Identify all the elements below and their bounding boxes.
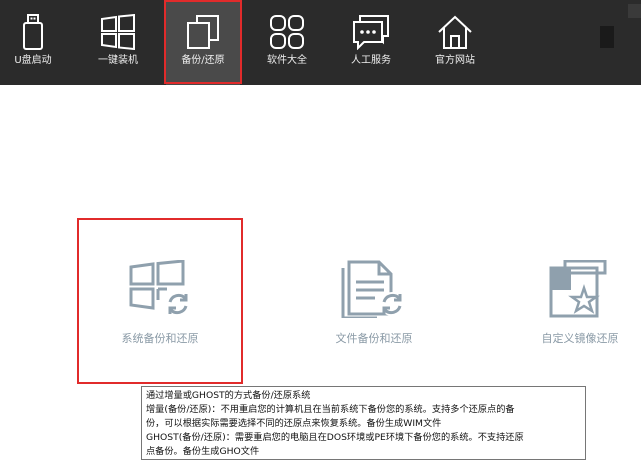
system-backup-restore-card[interactable]: 系统备份和还原 [85,220,235,380]
custom-image-star-icon [547,259,613,322]
card-label: 自定义镜像还原 [541,332,619,345]
usb-drive-icon [22,14,44,54]
card-label: 文件备份和还原 [335,332,413,345]
nav-item-label: 备份/还原 [181,55,225,66]
windows-icon [100,13,136,54]
grid-apps-icon [269,14,305,54]
tooltip-line: 增量(备份/还原)：不用重启您的计算机且在当前系统下备份您的系统。支持多个还原点… [146,404,515,415]
windows-restore-icon [127,259,193,322]
home-icon [437,14,473,54]
nav-item-label: 一键装机 [98,55,138,66]
chat-icon [352,14,390,54]
nav-item-official-site[interactable]: 官方网站 [422,0,488,85]
nav-item-one-click-install[interactable]: 一键装机 [85,0,151,85]
nav-item-backup-restore[interactable]: 备份/还原 [166,0,240,85]
nav-item-human-service[interactable]: 人工服务 [338,0,404,85]
tooltip-line: 点备份。备份生成GHO文件 [146,446,260,457]
nav-item-label: 官方网站 [435,55,475,66]
nav-item-label: 软件大全 [267,55,307,66]
window-control-blurred [628,4,641,18]
nav-item-usb-boot[interactable]: U盘启动 [0,0,66,85]
nav-item-software[interactable]: 软件大全 [254,0,320,85]
nav-item-label: 人工服务 [351,55,391,66]
file-backup-restore-card[interactable]: 文件备份和还原 [299,220,449,380]
tooltip-line: GHOST(备份/还原)：需要重启您的电脑且在DOS环境或PE环境下备份您的系统… [146,432,524,443]
tooltip-line: 通过增量或GHOST的方式备份/还原系统 [146,390,311,401]
nav-item-label: U盘启动 [14,55,52,66]
tooltip-line: 份，可以根据实际需要选择不同的还原点来恢复系统。备份生成WIM文件 [146,418,442,429]
custom-image-restore-card[interactable]: 自定义镜像还原 [505,220,641,380]
copy-icon [186,14,220,54]
backup-description-tooltip: 通过增量或GHOST的方式备份/还原系统 增量(备份/还原)：不用重启您的计算机… [141,386,586,460]
top-navigation-bar: U盘启动 一键装机 备份/还原 软件大全 人工服务 官方网站 [0,0,641,85]
window-control-blurred [600,26,614,48]
document-restore-icon [341,260,407,322]
card-label: 系统备份和还原 [121,332,199,345]
